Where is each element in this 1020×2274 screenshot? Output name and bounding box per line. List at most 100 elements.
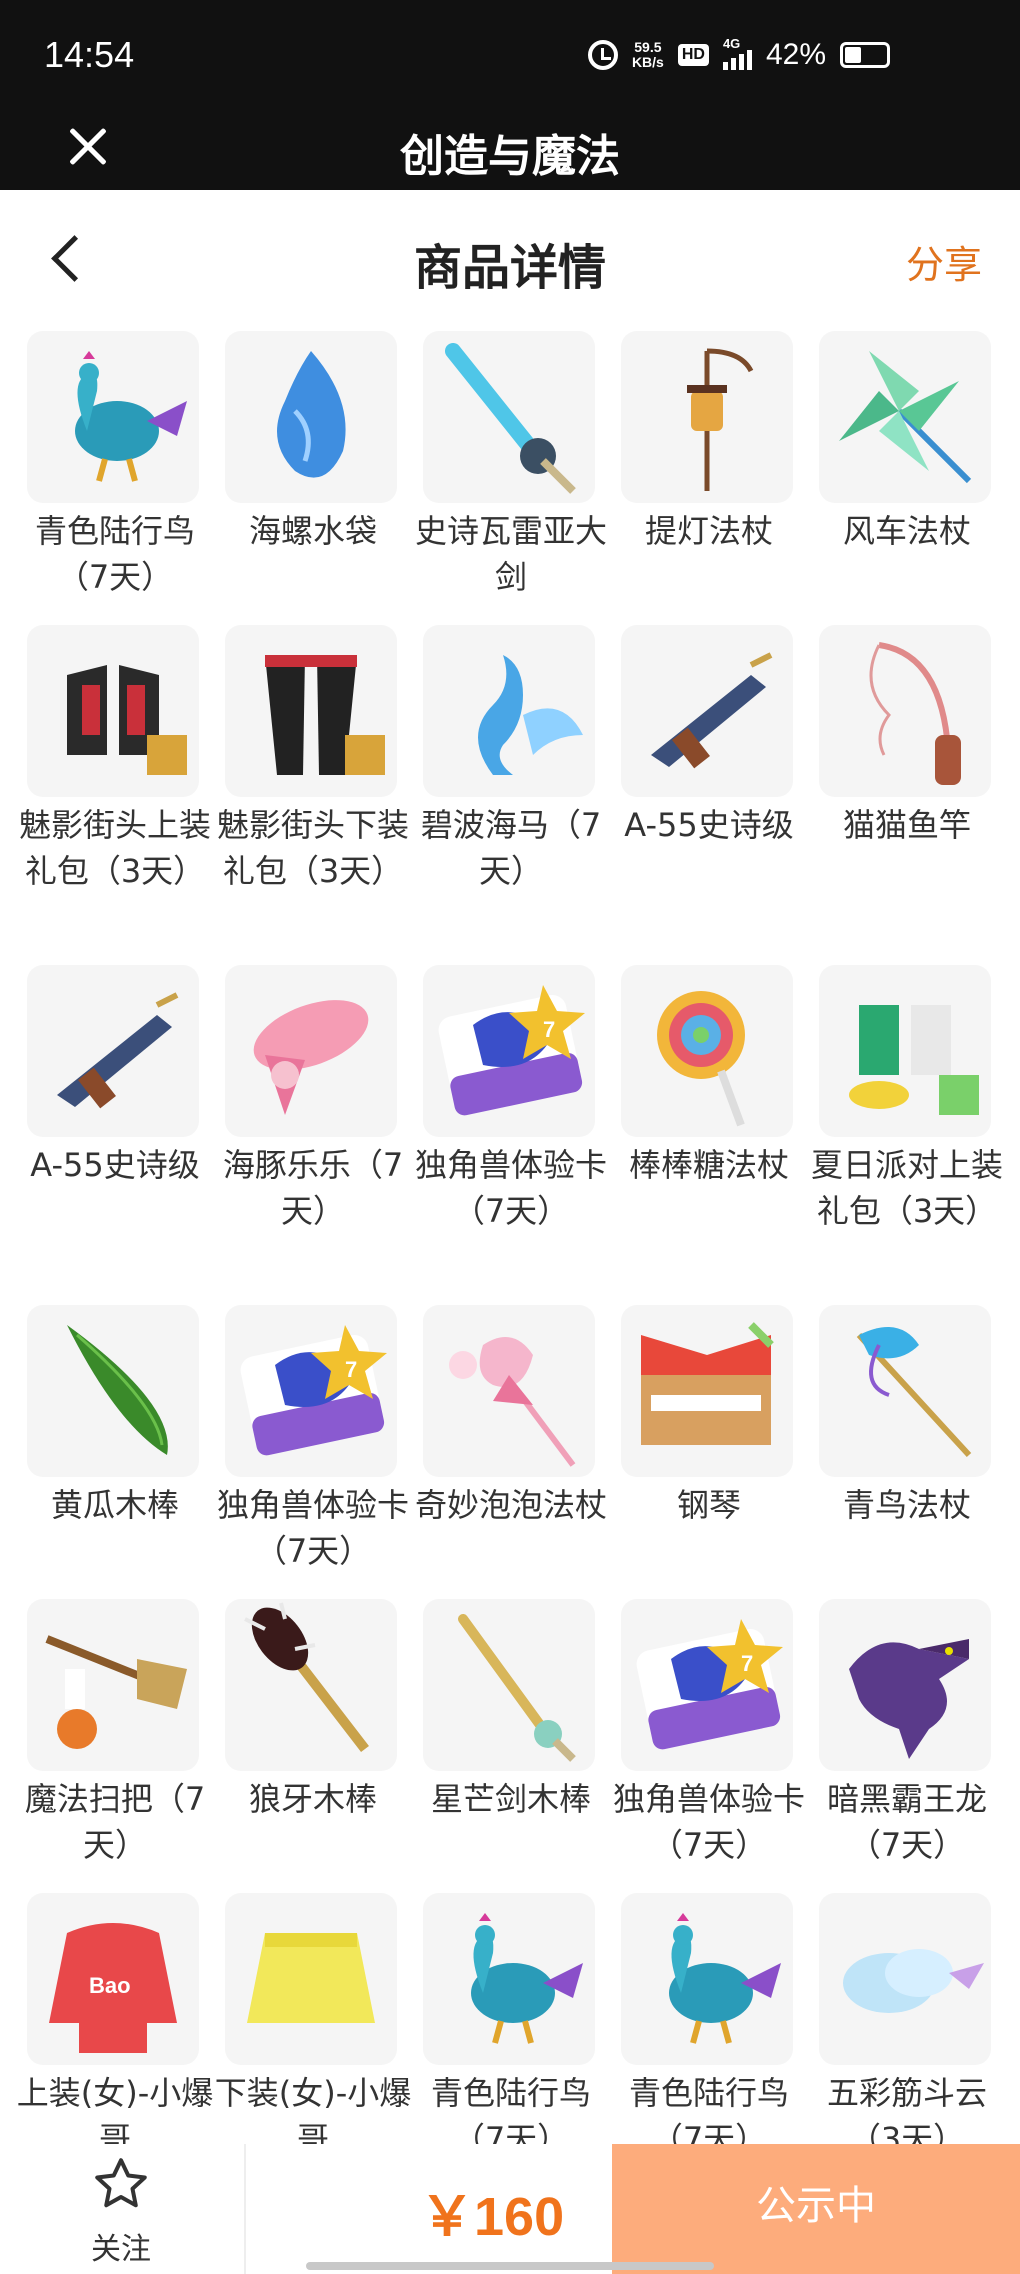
network-type: 4G bbox=[722, 36, 741, 51]
item-card[interactable]: 魅影街头下装礼包（3天） bbox=[214, 620, 409, 910]
street-top-pack-image bbox=[27, 625, 199, 797]
item-card[interactable]: 魅影街头上装礼包（3天） bbox=[16, 620, 211, 910]
item-card[interactable]: 青鸟法杖 bbox=[808, 1300, 994, 1590]
item-name: A-55史诗级 bbox=[624, 806, 794, 844]
item-name: 史诗瓦雷亚大剑 bbox=[414, 512, 607, 596]
a55-gun-image bbox=[27, 965, 199, 1137]
item-card[interactable]: 提灯法杖 bbox=[610, 326, 796, 616]
item-name: 奇妙泡泡法杖 bbox=[414, 1486, 607, 1524]
item-card[interactable]: 海螺水袋 bbox=[214, 326, 400, 616]
item-name: 碧波海马（7天） bbox=[420, 806, 602, 890]
status-button[interactable]: 公示中 bbox=[612, 2144, 1020, 2274]
net-speed-value: 59.5 bbox=[634, 39, 662, 55]
item-card[interactable]: 黄瓜木棒 bbox=[16, 1300, 202, 1590]
cloud-mount-image bbox=[819, 1893, 991, 2065]
conch-water-bag-image bbox=[225, 331, 397, 503]
item-card[interactable]: 棒棒糖法杖 bbox=[610, 960, 796, 1250]
street-pants-pack-image bbox=[225, 625, 397, 797]
item-card[interactable]: 奇妙泡泡法杖 bbox=[412, 1300, 607, 1590]
item-name: 魅影街头上装礼包（3天） bbox=[18, 806, 211, 890]
item-name: 狼牙木棒 bbox=[248, 1780, 377, 1818]
unicorn-card-image: 7 bbox=[423, 965, 595, 1137]
spiked-club-image bbox=[225, 1599, 397, 1771]
item-name: 猫猫鱼竿 bbox=[842, 806, 971, 844]
item-card[interactable]: A-55史诗级 bbox=[16, 960, 202, 1250]
cat-fishing-rod-image bbox=[819, 625, 991, 797]
item-card[interactable]: 7 独角兽体验卡（7天） bbox=[214, 1300, 409, 1590]
item-card[interactable]: 青色陆行鸟（7天） bbox=[412, 1888, 598, 2144]
item-name: 提灯法杖 bbox=[644, 512, 773, 550]
item-card[interactable]: 星芒剑木棒 bbox=[412, 1594, 598, 1884]
epic-sword-image bbox=[423, 331, 595, 503]
svg-text:7: 7 bbox=[345, 1357, 357, 1382]
item-name: 棒棒糖法杖 bbox=[628, 1146, 789, 1184]
item-card[interactable]: 下装(女)-小爆哥 bbox=[214, 1888, 411, 2144]
item-card[interactable]: 钢琴 bbox=[610, 1300, 796, 1590]
hd-badge: HD bbox=[677, 44, 709, 66]
item-card[interactable]: A-55史诗级 bbox=[610, 620, 796, 910]
item-name: 钢琴 bbox=[676, 1486, 741, 1524]
piano-image bbox=[621, 1305, 793, 1477]
item-name: 青色陆行鸟（7天） bbox=[628, 2074, 789, 2144]
item-card[interactable]: 青色陆行鸟（7天） bbox=[610, 1888, 796, 2144]
item-card[interactable]: 暗黑霸王龙（7天） bbox=[808, 1594, 994, 1884]
item-card[interactable]: 海豚乐乐（7天） bbox=[214, 960, 403, 1250]
battery-icon bbox=[840, 42, 890, 68]
star-sword-image bbox=[423, 1599, 595, 1771]
page-title: 商品详情 bbox=[413, 240, 606, 296]
item-name: 独角兽体验卡（7天） bbox=[216, 1486, 409, 1570]
item-name: 独角兽体验卡（7天） bbox=[414, 1146, 607, 1230]
blue-bird-mount-image bbox=[423, 1893, 595, 2065]
page-header: 商品详情 分享 bbox=[0, 190, 1020, 326]
seahorse-mount-image bbox=[423, 625, 595, 797]
item-name: 青鸟法杖 bbox=[842, 1486, 971, 1524]
item-name: 黄瓜木棒 bbox=[50, 1486, 179, 1524]
svg-text:Bao: Bao bbox=[89, 1973, 131, 1998]
signal-icon: 4G bbox=[722, 36, 752, 70]
home-indicator bbox=[306, 2262, 714, 2270]
follow-button[interactable]: 关注 bbox=[46, 2154, 196, 2274]
item-name: 星芒剑木棒 bbox=[430, 1780, 591, 1818]
share-button[interactable]: 分享 bbox=[906, 234, 982, 289]
unicorn-card-image: 7 bbox=[225, 1305, 397, 1477]
unicorn-card-image: 7 bbox=[621, 1599, 793, 1771]
net-speed: 59.5 KB/s bbox=[632, 40, 664, 70]
yellow-skirt-image bbox=[225, 1893, 397, 2065]
item-card[interactable]: 风车法杖 bbox=[808, 326, 994, 616]
item-name: 青色陆行鸟（7天） bbox=[34, 512, 195, 596]
item-name: A-55史诗级 bbox=[30, 1146, 200, 1184]
item-card[interactable]: 夏日派对上装礼包（3天） bbox=[808, 960, 1003, 1250]
magic-broom-image bbox=[27, 1599, 199, 1771]
red-hoodie-image: Bao bbox=[27, 1893, 199, 2065]
item-card[interactable]: 猫猫鱼竿 bbox=[808, 620, 994, 910]
item-card[interactable]: 魔法扫把（7天） bbox=[16, 1594, 205, 1884]
pink-dolphin-image bbox=[225, 965, 397, 1137]
pinwheel-staff-image bbox=[819, 331, 991, 503]
item-card[interactable]: 青色陆行鸟（7天） bbox=[16, 326, 202, 616]
item-card[interactable]: 7 独角兽体验卡（7天） bbox=[412, 960, 607, 1250]
item-card[interactable]: 7 独角兽体验卡（7天） bbox=[610, 1594, 805, 1884]
svg-text:7: 7 bbox=[543, 1017, 555, 1042]
status-bar: 14:54 59.5 KB/s HD 4G 42% bbox=[0, 0, 1020, 104]
item-card[interactable]: 狼牙木棒 bbox=[214, 1594, 400, 1884]
item-name: 海螺水袋 bbox=[248, 512, 377, 550]
app-title: 创造与魔法 bbox=[400, 131, 620, 182]
price: ￥160 bbox=[420, 2187, 565, 2247]
item-card[interactable]: 五彩筋斗云（3天） bbox=[808, 1888, 994, 2144]
net-speed-unit: KB/s bbox=[631, 54, 664, 70]
svg-text:7: 7 bbox=[741, 1651, 753, 1676]
item-name: 海豚乐乐（7天） bbox=[222, 1146, 404, 1230]
item-name: 夏日派对上装礼包（3天） bbox=[810, 1146, 1003, 1230]
summer-top-pack-image bbox=[819, 965, 991, 1137]
lantern-staff-image bbox=[621, 331, 793, 503]
star-outline-icon bbox=[95, 2158, 147, 2208]
item-name: 五彩筋斗云（3天） bbox=[826, 2074, 987, 2144]
item-card[interactable]: Bao 上装(女)-小爆哥 bbox=[16, 1888, 213, 2144]
cucumber-club-image bbox=[27, 1305, 199, 1477]
item-name: 风车法杖 bbox=[842, 512, 971, 550]
item-card[interactable]: 史诗瓦雷亚大剑 bbox=[412, 326, 607, 616]
blue-bird-mount-image bbox=[621, 1893, 793, 2065]
blue-bird-mount-image bbox=[27, 331, 199, 503]
item-card[interactable]: 碧波海马（7天） bbox=[412, 620, 601, 910]
alarm-icon bbox=[587, 40, 618, 70]
